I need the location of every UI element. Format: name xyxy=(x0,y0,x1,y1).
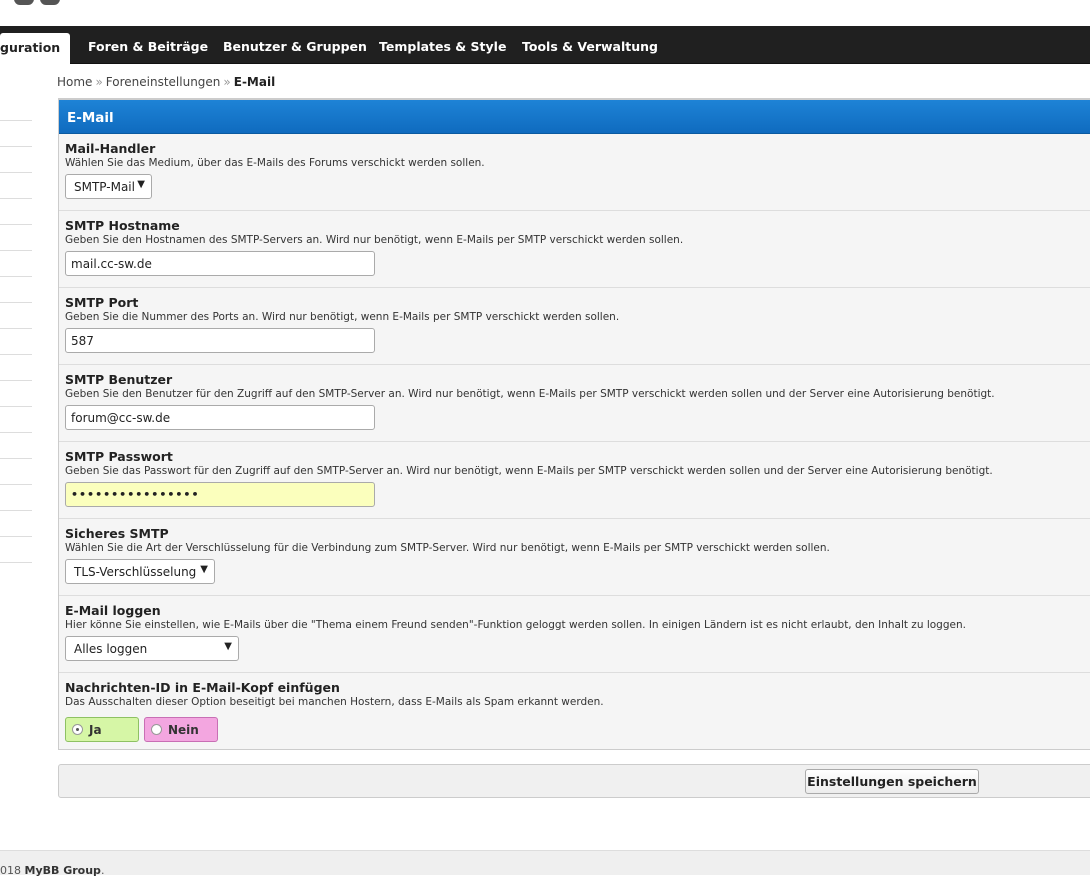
sidebar-item[interactable] xyxy=(0,95,32,121)
sidebar-menu xyxy=(0,95,32,563)
setting-description: Geben Sie die Nummer des Ports an. Wird … xyxy=(65,311,620,323)
setting-title: SMTP Benutzer xyxy=(65,372,173,387)
setting-title: SMTP Port xyxy=(65,295,139,310)
sidebar-item[interactable] xyxy=(0,537,32,563)
setting-smtp-password: SMTP Passwort Geben Sie das Passwort für… xyxy=(59,442,1090,519)
main-navigation: guration Foren & Beiträge Benutzer & Gru… xyxy=(0,26,1090,64)
radio-label: Ja xyxy=(89,723,102,737)
tab-templates-style[interactable]: Templates & Style xyxy=(379,26,506,64)
mail-handler-select[interactable]: SMTP-Mail ▼ xyxy=(65,174,152,199)
select-value: SMTP-Mail xyxy=(74,180,135,194)
setting-title: SMTP Hostname xyxy=(65,218,180,233)
panel-title: E-Mail xyxy=(59,99,1090,134)
smtp-port-input[interactable]: 587 xyxy=(65,328,375,353)
breadcrumb-current: E-Mail xyxy=(233,75,276,89)
footer-brand[interactable]: MyBB Group xyxy=(25,864,101,877)
sidebar-item[interactable] xyxy=(0,381,32,407)
sidebar-item[interactable] xyxy=(0,407,32,433)
sidebar-item[interactable] xyxy=(0,121,32,147)
sidebar-item[interactable] xyxy=(0,225,32,251)
radio-unselected-icon xyxy=(151,724,162,735)
sidebar-item[interactable] xyxy=(0,147,32,173)
setting-smtp-user: SMTP Benutzer Geben Sie den Benutzer für… xyxy=(59,365,1090,442)
sidebar-item[interactable] xyxy=(0,173,32,199)
sidebar-item[interactable] xyxy=(0,355,32,381)
logo xyxy=(14,0,74,5)
tab-configuration[interactable]: guration xyxy=(0,33,71,64)
breadcrumb-separator: » xyxy=(223,75,231,89)
email-settings-panel: E-Mail Mail-Handler Wählen Sie das Mediu… xyxy=(58,98,1090,750)
setting-title: Nachrichten-ID in E-Mail-Kopf einfügen xyxy=(65,680,340,695)
save-settings-button[interactable]: Einstellungen speichern xyxy=(805,769,979,794)
secure-smtp-select[interactable]: TLS-Verschlüsselung ▼ xyxy=(65,559,215,584)
setting-message-id: Nachrichten-ID in E-Mail-Kopf einfügen D… xyxy=(59,673,1090,750)
tab-users-groups[interactable]: Benutzer & Gruppen xyxy=(223,26,367,64)
setting-smtp-port: SMTP Port Geben Sie die Nummer des Ports… xyxy=(59,288,1090,365)
chevron-down-icon: ▼ xyxy=(137,179,145,190)
setting-title: E-Mail loggen xyxy=(65,603,161,618)
sidebar-item[interactable] xyxy=(0,433,32,459)
setting-smtp-hostname: SMTP Hostname Geben Sie den Hostnamen de… xyxy=(59,211,1090,288)
setting-title: Sicheres SMTP xyxy=(65,526,169,541)
setting-email-logging: E-Mail loggen Hier könne Sie einstellen,… xyxy=(59,596,1090,673)
select-value: Alles loggen xyxy=(74,642,148,656)
setting-secure-smtp: Sicheres SMTP Wählen Sie die Art der Ver… xyxy=(59,519,1090,596)
form-actions: Einstellungen speichern xyxy=(58,764,1090,798)
smtp-user-input[interactable]: forum@cc-sw.de xyxy=(65,405,375,430)
setting-description: Geben Sie das Passwort für den Zugriff a… xyxy=(65,465,993,477)
message-id-no-radio[interactable]: Nein xyxy=(144,717,218,742)
setting-description: Wählen Sie das Medium, über das E-Mails … xyxy=(65,157,485,169)
top-header xyxy=(0,0,1090,26)
breadcrumb-section[interactable]: Foreneinstellungen xyxy=(106,75,221,89)
sidebar-item[interactable] xyxy=(0,485,32,511)
setting-description: Wählen Sie die Art der Verschlüsselung f… xyxy=(65,542,830,554)
radio-selected-icon xyxy=(72,724,83,735)
tab-tools-maintenance[interactable]: Tools & Verwaltung xyxy=(522,26,658,64)
select-value: TLS-Verschlüsselung xyxy=(74,565,197,579)
breadcrumb: Home» Foreneinstellungen» E-Mail xyxy=(57,75,275,89)
setting-description: Das Ausschalten dieser Option beseitigt … xyxy=(65,696,604,708)
sidebar-item[interactable] xyxy=(0,199,32,225)
setting-title: SMTP Passwort xyxy=(65,449,173,464)
chevron-down-icon: ▼ xyxy=(200,564,208,575)
setting-description: Geben Sie den Hostnamen des SMTP-Servers… xyxy=(65,234,684,246)
message-id-yes-radio[interactable]: Ja xyxy=(65,717,139,742)
footer-suffix: . xyxy=(100,864,105,877)
setting-description: Geben Sie den Benutzer für den Zugriff a… xyxy=(65,388,995,400)
setting-mail-handler: Mail-Handler Wählen Sie das Medium, über… xyxy=(59,134,1090,211)
sidebar-item[interactable] xyxy=(0,303,32,329)
sidebar-item[interactable] xyxy=(0,511,32,537)
footer: 018 MyBB Group. xyxy=(0,850,1090,877)
smtp-hostname-input[interactable]: mail.cc-sw.de xyxy=(65,251,375,276)
sidebar-item[interactable] xyxy=(0,277,32,303)
setting-description: Hier könne Sie einstellen, wie E-Mails ü… xyxy=(65,619,966,631)
setting-title: Mail-Handler xyxy=(65,141,156,156)
footer-copyright: 018 xyxy=(0,864,25,877)
smtp-password-input[interactable]: •••••••••••••••• xyxy=(65,482,375,507)
sidebar-item[interactable] xyxy=(0,329,32,355)
sidebar-item[interactable] xyxy=(0,459,32,485)
breadcrumb-separator: » xyxy=(95,75,103,89)
email-logging-select[interactable]: Alles loggen ▼ xyxy=(65,636,239,661)
tab-forums-posts[interactable]: Foren & Beiträge xyxy=(88,26,208,64)
breadcrumb-home[interactable]: Home xyxy=(57,75,92,89)
sidebar-item[interactable] xyxy=(0,251,32,277)
chevron-down-icon: ▼ xyxy=(224,641,232,652)
radio-label: Nein xyxy=(168,723,199,737)
